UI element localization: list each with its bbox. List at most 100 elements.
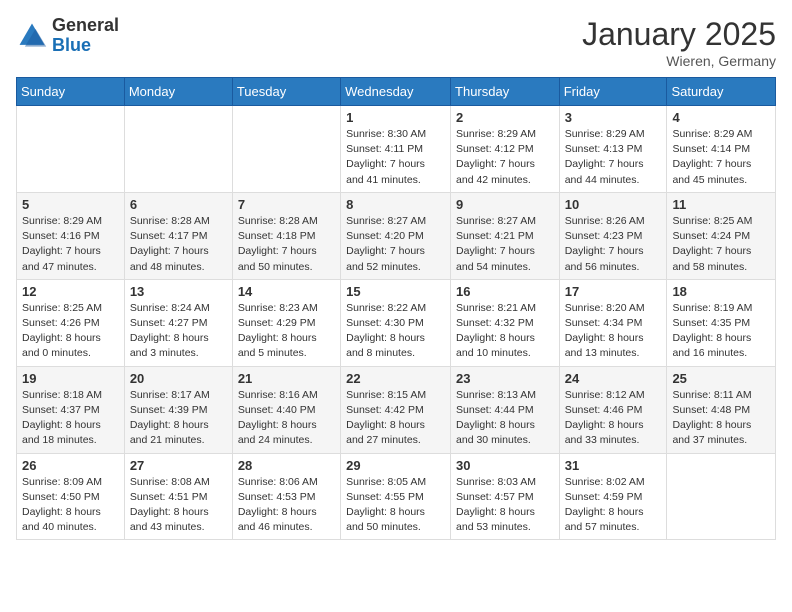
- day-number: 17: [565, 284, 662, 299]
- day-info: Sunrise: 8:08 AM Sunset: 4:51 PM Dayligh…: [130, 475, 227, 536]
- day-number: 7: [238, 197, 335, 212]
- calendar-cell: 1 Sunrise: 8:30 AM Sunset: 4:11 PM Daylig…: [341, 106, 451, 193]
- day-of-week-header: Wednesday: [341, 78, 451, 106]
- day-number: 18: [672, 284, 770, 299]
- day-number: 13: [130, 284, 227, 299]
- calendar-cell: 17 Sunrise: 8:20 AM Sunset: 4:34 PM Dayli…: [559, 279, 667, 366]
- logo-blue: Blue: [52, 36, 119, 56]
- day-info: Sunrise: 8:16 AM Sunset: 4:40 PM Dayligh…: [238, 388, 335, 449]
- calendar-week-row: 1 Sunrise: 8:30 AM Sunset: 4:11 PM Daylig…: [17, 106, 776, 193]
- day-info: Sunrise: 8:20 AM Sunset: 4:34 PM Dayligh…: [565, 301, 662, 362]
- calendar-cell: 2 Sunrise: 8:29 AM Sunset: 4:12 PM Daylig…: [451, 106, 560, 193]
- day-info: Sunrise: 8:24 AM Sunset: 4:27 PM Dayligh…: [130, 301, 227, 362]
- day-info: Sunrise: 8:29 AM Sunset: 4:12 PM Dayligh…: [456, 127, 554, 188]
- calendar-table: SundayMondayTuesdayWednesdayThursdayFrid…: [16, 77, 776, 540]
- day-number: 29: [346, 458, 445, 473]
- day-info: Sunrise: 8:25 AM Sunset: 4:24 PM Dayligh…: [672, 214, 770, 275]
- day-number: 31: [565, 458, 662, 473]
- calendar-cell: 6 Sunrise: 8:28 AM Sunset: 4:17 PM Daylig…: [124, 192, 232, 279]
- day-number: 28: [238, 458, 335, 473]
- day-number: 25: [672, 371, 770, 386]
- calendar-cell: 30 Sunrise: 8:03 AM Sunset: 4:57 PM Dayli…: [451, 453, 560, 540]
- day-of-week-header: Sunday: [17, 78, 125, 106]
- day-number: 3: [565, 110, 662, 125]
- day-number: 1: [346, 110, 445, 125]
- day-info: Sunrise: 8:17 AM Sunset: 4:39 PM Dayligh…: [130, 388, 227, 449]
- day-info: Sunrise: 8:27 AM Sunset: 4:21 PM Dayligh…: [456, 214, 554, 275]
- day-info: Sunrise: 8:11 AM Sunset: 4:48 PM Dayligh…: [672, 388, 770, 449]
- calendar-week-row: 5 Sunrise: 8:29 AM Sunset: 4:16 PM Daylig…: [17, 192, 776, 279]
- day-number: 10: [565, 197, 662, 212]
- day-number: 5: [22, 197, 119, 212]
- calendar-cell: 11 Sunrise: 8:25 AM Sunset: 4:24 PM Dayli…: [667, 192, 776, 279]
- day-number: 12: [22, 284, 119, 299]
- calendar-cell: 5 Sunrise: 8:29 AM Sunset: 4:16 PM Daylig…: [17, 192, 125, 279]
- day-number: 22: [346, 371, 445, 386]
- day-of-week-header: Friday: [559, 78, 667, 106]
- calendar-cell: 9 Sunrise: 8:27 AM Sunset: 4:21 PM Daylig…: [451, 192, 560, 279]
- page-header: General Blue January 2025 Wieren, German…: [16, 16, 776, 69]
- day-number: 27: [130, 458, 227, 473]
- day-number: 15: [346, 284, 445, 299]
- day-of-week-header: Saturday: [667, 78, 776, 106]
- day-info: Sunrise: 8:29 AM Sunset: 4:14 PM Dayligh…: [672, 127, 770, 188]
- calendar-cell: [17, 106, 125, 193]
- day-info: Sunrise: 8:30 AM Sunset: 4:11 PM Dayligh…: [346, 127, 445, 188]
- calendar-cell: 10 Sunrise: 8:26 AM Sunset: 4:23 PM Dayli…: [559, 192, 667, 279]
- day-number: 20: [130, 371, 227, 386]
- day-info: Sunrise: 8:29 AM Sunset: 4:16 PM Dayligh…: [22, 214, 119, 275]
- calendar-cell: 13 Sunrise: 8:24 AM Sunset: 4:27 PM Dayli…: [124, 279, 232, 366]
- day-info: Sunrise: 8:26 AM Sunset: 4:23 PM Dayligh…: [565, 214, 662, 275]
- day-number: 9: [456, 197, 554, 212]
- day-info: Sunrise: 8:13 AM Sunset: 4:44 PM Dayligh…: [456, 388, 554, 449]
- day-number: 23: [456, 371, 554, 386]
- calendar-week-row: 26Sunrise: 8:09 AM Sunset: 4:50 PM Dayli…: [17, 453, 776, 540]
- day-number: 8: [346, 197, 445, 212]
- calendar-cell: 14 Sunrise: 8:23 AM Sunset: 4:29 PM Dayli…: [232, 279, 340, 366]
- day-info: Sunrise: 8:25 AM Sunset: 4:26 PM Dayligh…: [22, 301, 119, 362]
- day-number: 6: [130, 197, 227, 212]
- day-info: Sunrise: 8:28 AM Sunset: 4:17 PM Dayligh…: [130, 214, 227, 275]
- calendar-week-row: 12 Sunrise: 8:25 AM Sunset: 4:26 PM Dayli…: [17, 279, 776, 366]
- day-number: 30: [456, 458, 554, 473]
- day-info: Sunrise: 8:21 AM Sunset: 4:32 PM Dayligh…: [456, 301, 554, 362]
- day-info: Sunrise: 8:28 AM Sunset: 4:18 PM Dayligh…: [238, 214, 335, 275]
- calendar-cell: 28 Sunrise: 8:06 AM Sunset: 4:53 PM Dayli…: [232, 453, 340, 540]
- calendar-cell: 4 Sunrise: 8:29 AM Sunset: 4:14 PM Daylig…: [667, 106, 776, 193]
- day-info: Sunrise: 8:03 AM Sunset: 4:57 PM Dayligh…: [456, 475, 554, 536]
- day-number: 19: [22, 371, 119, 386]
- calendar-cell: 23 Sunrise: 8:13 AM Sunset: 4:44 PM Dayli…: [451, 366, 560, 453]
- day-info: Sunrise: 8:02 AM Sunset: 4:59 PM Dayligh…: [565, 475, 662, 536]
- logo-icon: [16, 20, 48, 52]
- day-number: 21: [238, 371, 335, 386]
- day-number: 14: [238, 284, 335, 299]
- day-number: 4: [672, 110, 770, 125]
- calendar-cell: 15Sunrise: 8:22 AM Sunset: 4:30 PM Dayli…: [341, 279, 451, 366]
- calendar-cell: 26Sunrise: 8:09 AM Sunset: 4:50 PM Dayli…: [17, 453, 125, 540]
- calendar-cell: 29Sunrise: 8:05 AM Sunset: 4:55 PM Dayli…: [341, 453, 451, 540]
- calendar-cell: [667, 453, 776, 540]
- calendar-cell: 21 Sunrise: 8:16 AM Sunset: 4:40 PM Dayli…: [232, 366, 340, 453]
- logo: General Blue: [16, 16, 119, 56]
- day-of-week-header: Tuesday: [232, 78, 340, 106]
- day-info: Sunrise: 8:06 AM Sunset: 4:53 PM Dayligh…: [238, 475, 335, 536]
- location: Wieren, Germany: [582, 53, 776, 69]
- calendar-cell: 27 Sunrise: 8:08 AM Sunset: 4:51 PM Dayli…: [124, 453, 232, 540]
- day-of-week-header: Monday: [124, 78, 232, 106]
- day-info: Sunrise: 8:12 AM Sunset: 4:46 PM Dayligh…: [565, 388, 662, 449]
- calendar-cell: [232, 106, 340, 193]
- calendar-cell: 20 Sunrise: 8:17 AM Sunset: 4:39 PM Dayli…: [124, 366, 232, 453]
- day-info: Sunrise: 8:19 AM Sunset: 4:35 PM Dayligh…: [672, 301, 770, 362]
- day-number: 11: [672, 197, 770, 212]
- calendar-cell: [124, 106, 232, 193]
- day-number: 26: [22, 458, 119, 473]
- calendar-cell: 31 Sunrise: 8:02 AM Sunset: 4:59 PM Dayli…: [559, 453, 667, 540]
- calendar-cell: 19Sunrise: 8:18 AM Sunset: 4:37 PM Dayli…: [17, 366, 125, 453]
- title-block: January 2025 Wieren, Germany: [582, 16, 776, 69]
- calendar-cell: 24Sunrise: 8:12 AM Sunset: 4:46 PM Dayli…: [559, 366, 667, 453]
- month-title: January 2025: [582, 16, 776, 53]
- calendar-cell: 22Sunrise: 8:15 AM Sunset: 4:42 PM Dayli…: [341, 366, 451, 453]
- day-number: 2: [456, 110, 554, 125]
- calendar-week-row: 19Sunrise: 8:18 AM Sunset: 4:37 PM Dayli…: [17, 366, 776, 453]
- day-info: Sunrise: 8:23 AM Sunset: 4:29 PM Dayligh…: [238, 301, 335, 362]
